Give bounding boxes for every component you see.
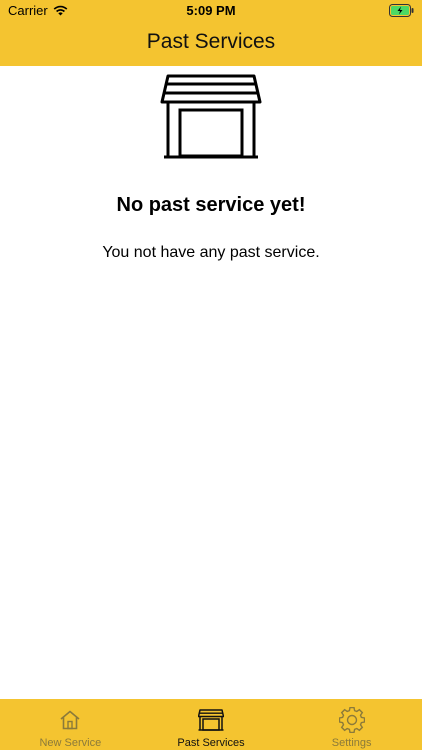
clock: 5:09 PM (186, 3, 236, 18)
garage-icon (198, 707, 224, 733)
tab-past-services[interactable]: Past Services (141, 699, 282, 750)
home-icon (59, 707, 81, 733)
tab-label: New Service (39, 737, 102, 749)
tab-settings[interactable]: Settings (281, 699, 422, 750)
tab-label: Settings (331, 737, 372, 749)
top-bar: Carrier 5:09 PM Past Services (0, 0, 422, 66)
status-bar: Carrier 5:09 PM (0, 0, 422, 22)
tab-new-service[interactable]: New Service (0, 699, 141, 750)
gear-icon (338, 707, 365, 733)
tab-bar: New Service Past Services Settings (0, 699, 422, 750)
tab-label: Past Services (177, 737, 245, 749)
empty-state-description: You not have any past service. (102, 244, 320, 261)
garage-icon (160, 72, 262, 160)
battery-icon (389, 4, 414, 17)
empty-state-title: No past service yet! (116, 194, 306, 216)
page-title: Past Services (146, 30, 276, 53)
